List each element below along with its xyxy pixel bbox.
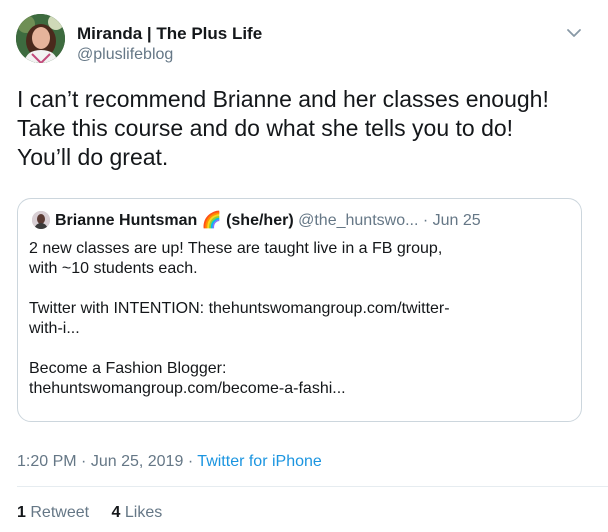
rainbow-emoji-icon: 🌈 <box>201 212 222 229</box>
quoted-text-line: Twitter with INTENTION: thehuntswomangro… <box>29 300 450 317</box>
quoted-text-line: with ~10 students each. <box>29 260 198 277</box>
quoted-author-avatar <box>32 211 50 229</box>
quoted-author-handle: @the_huntswo... <box>298 212 419 229</box>
tweet-source-link[interactable]: Twitter for iPhone <box>197 453 322 470</box>
retweets-stat[interactable]: 1 Retweet <box>17 504 89 521</box>
quoted-text-gap <box>29 339 574 359</box>
author-photo <box>16 14 65 63</box>
divider <box>17 486 608 487</box>
tweet-time[interactable]: 1:20 PM <box>17 453 77 470</box>
tweet-meta: 1:20 PM · Jun 25, 2019 · Twitter for iPh… <box>17 453 322 471</box>
quoted-text-line: thehuntswomangroup.com/become-a-fashi... <box>29 380 346 397</box>
retweets-label: Retweet <box>30 504 90 521</box>
likes-count: 4 <box>111 504 121 521</box>
retweets-count: 1 <box>17 504 26 521</box>
chevron-down-icon[interactable] <box>563 22 585 44</box>
tweet-text: I can’t recommend Brianne and her classe… <box>17 85 597 172</box>
quoted-header: Brianne Huntsman 🌈 (she/her) @the_huntsw… <box>55 211 481 230</box>
author-handle[interactable]: @pluslifeblog <box>77 46 173 64</box>
quoted-author-pronouns: (she/her) <box>226 212 294 229</box>
tweet-stats: 1 Retweet 4 Likes <box>17 504 180 522</box>
meta-separator: · <box>81 453 87 470</box>
tweet-date[interactable]: Jun 25, 2019 <box>91 453 184 470</box>
meta-separator: · <box>187 453 194 470</box>
quoted-text-line: with-i... <box>29 320 80 337</box>
quoted-tweet[interactable]: Brianne Huntsman 🌈 (she/her) @the_huntsw… <box>17 198 582 422</box>
likes-label: Likes <box>124 504 163 521</box>
tweet-text-line: I can’t recommend Brianne and her classe… <box>17 86 549 112</box>
tweet-text-line: You’ll do great. <box>17 144 169 170</box>
quoted-author-name: Brianne Huntsman <box>55 212 198 229</box>
author-avatar[interactable] <box>16 14 65 63</box>
likes-stat[interactable]: 4 Likes <box>112 504 163 521</box>
quoted-text-gap <box>29 279 574 299</box>
tweet-text-line: Take this course and do what she tells y… <box>17 115 514 141</box>
tweet-card: Miranda | The Plus Life @pluslifeblog I … <box>0 0 608 532</box>
quoted-text: 2 new classes are up! These are taught l… <box>29 239 574 399</box>
quoted-text-line: 2 new classes are up! These are taught l… <box>29 240 443 257</box>
author-name[interactable]: Miranda | The Plus Life <box>77 24 262 44</box>
quoted-separator: · <box>422 212 429 229</box>
quoted-date: Jun 25 <box>432 212 481 229</box>
quoted-text-line: Become a Fashion Blogger: <box>29 360 227 377</box>
